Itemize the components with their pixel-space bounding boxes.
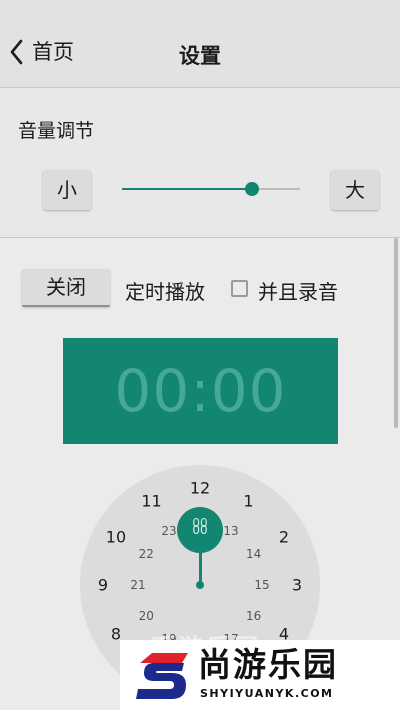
record-checkbox-label[interactable]: 并且录音 xyxy=(258,276,338,305)
clock-hour-9[interactable]: 9 xyxy=(98,576,108,595)
clock-hour-23[interactable]: 23 xyxy=(161,524,176,538)
clock-hour-00[interactable]: 00 xyxy=(192,516,207,530)
clock-hour-1[interactable]: 1 xyxy=(243,491,253,510)
watermark-url: SHYIYUANYK.COM xyxy=(200,687,334,700)
clock-hour-3[interactable]: 3 xyxy=(292,576,302,595)
clock-hour-21[interactable]: 21 xyxy=(130,578,145,592)
watermark-title: 尚游乐园 xyxy=(198,645,338,684)
clock-selector[interactable]: 00 xyxy=(177,507,223,553)
clock-hour-16[interactable]: 16 xyxy=(246,609,261,623)
clock-hour-20[interactable]: 20 xyxy=(139,609,154,623)
timer-play-label: 定时播放 xyxy=(125,280,205,304)
clock-hour-10[interactable]: 10 xyxy=(106,527,126,546)
page-title: 设置 xyxy=(179,44,221,68)
watermark-logo-icon xyxy=(136,653,188,699)
clock-hour-11[interactable]: 11 xyxy=(141,491,161,510)
slider-fill xyxy=(122,188,252,190)
close-button[interactable]: 关闭 xyxy=(22,269,110,307)
volume-down-button[interactable]: 小 xyxy=(43,170,91,210)
clock-hour-14[interactable]: 14 xyxy=(246,547,261,561)
record-checkbox[interactable] xyxy=(231,280,248,297)
volume-up-button[interactable]: 大 xyxy=(331,170,379,210)
clock-hour-12[interactable]: 12 xyxy=(190,479,210,498)
time-display: 00:00 xyxy=(63,338,338,444)
volume-title: 音量调节 xyxy=(18,120,95,142)
clock-hour-15[interactable]: 15 xyxy=(254,578,269,592)
clock-hour-13[interactable]: 13 xyxy=(223,524,238,538)
scrollbar[interactable] xyxy=(394,238,398,428)
volume-slider[interactable] xyxy=(122,178,300,200)
clock-hour-2[interactable]: 2 xyxy=(279,527,289,546)
clock-hand-center xyxy=(196,581,204,589)
volume-section: 音量调节 小 大 xyxy=(0,88,400,238)
watermark: 尚游乐园 SHYIYUANYK.COM xyxy=(120,640,400,710)
clock-hour-22[interactable]: 22 xyxy=(139,547,154,561)
time-display-text: 00:00 xyxy=(114,357,287,425)
slider-thumb[interactable] xyxy=(244,182,259,196)
app-header: 首页 设置 xyxy=(0,0,400,88)
